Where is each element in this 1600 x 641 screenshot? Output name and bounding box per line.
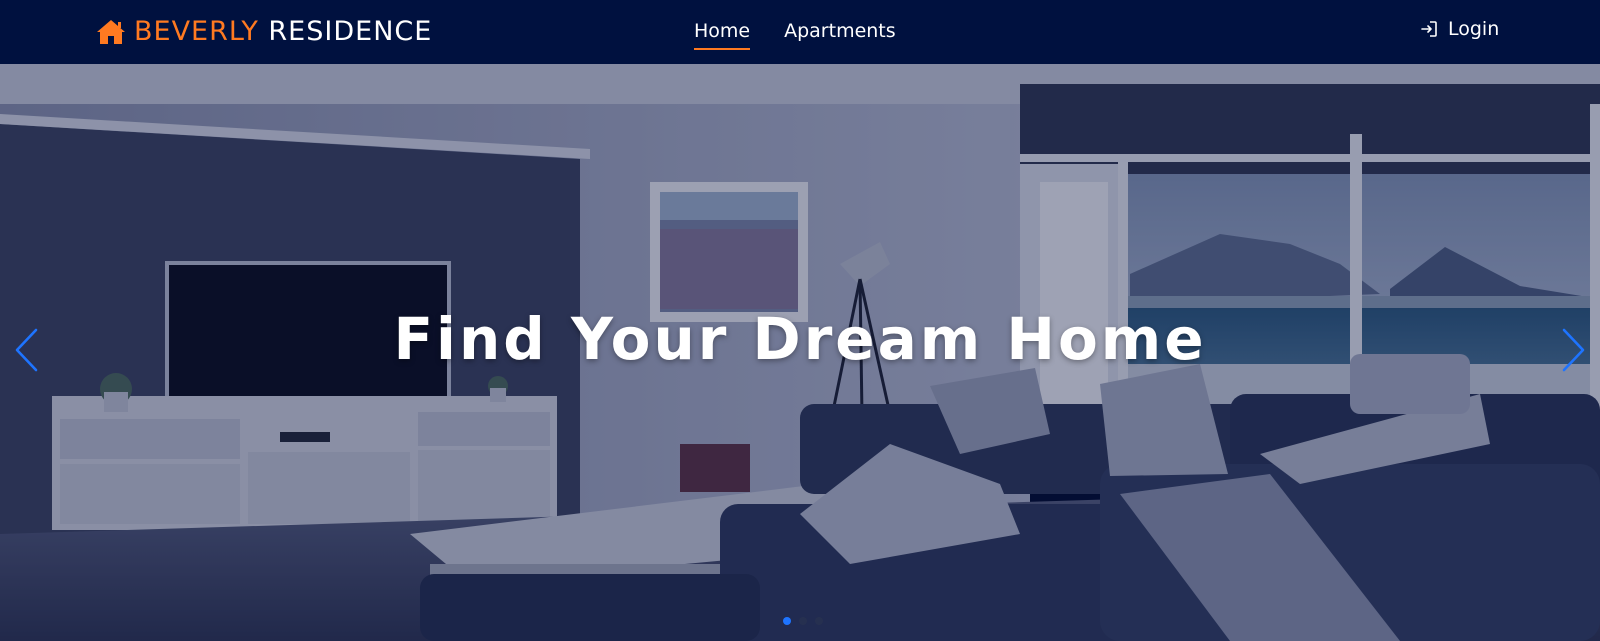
nav-item-home[interactable]: Home bbox=[694, 18, 751, 50]
sign-in-icon bbox=[1421, 21, 1437, 37]
carousel-next-button[interactable] bbox=[1554, 326, 1594, 374]
chevron-right-icon bbox=[1562, 328, 1585, 372]
top-navbar: BEVERLY RESIDENCE Home Apartments Login bbox=[0, 0, 1600, 64]
main-nav: Home Apartments bbox=[694, 18, 896, 50]
brand-name: BEVERLY RESIDENCE bbox=[134, 16, 432, 48]
carousel-indicator-1[interactable] bbox=[783, 617, 791, 625]
brand-name-accent: BEVERLY bbox=[134, 16, 259, 47]
carousel-indicators bbox=[783, 617, 823, 625]
home-icon bbox=[97, 20, 125, 44]
nav-item-apartments[interactable]: Apartments bbox=[784, 18, 896, 48]
login-link[interactable]: Login bbox=[1420, 18, 1499, 40]
carousel-indicator-3[interactable] bbox=[815, 617, 823, 625]
login-label: Login bbox=[1448, 18, 1500, 40]
carousel-indicator-2[interactable] bbox=[799, 617, 807, 625]
carousel-prev-button[interactable] bbox=[6, 326, 46, 374]
chevron-left-icon bbox=[15, 328, 38, 372]
hero-carousel: Find Your Dream Home bbox=[0, 64, 1600, 641]
brand-logo-link[interactable]: BEVERLY RESIDENCE bbox=[96, 16, 432, 48]
hero-title: Find Your Dream Home bbox=[393, 305, 1207, 373]
brand-name-main: RESIDENCE bbox=[268, 16, 433, 47]
